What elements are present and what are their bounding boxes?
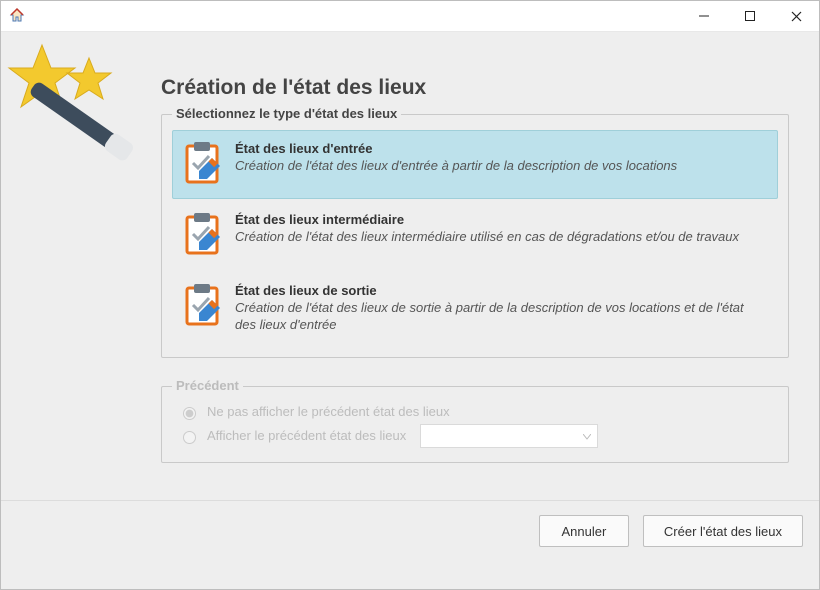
radio-show-previous-label: Afficher le précédent état des lieux xyxy=(207,428,406,443)
option-desc: Création de l'état des lieux de sortie à… xyxy=(235,300,767,334)
option-title: État des lieux de sortie xyxy=(235,283,767,298)
radio-show-previous: Afficher le précédent état des lieux xyxy=(172,422,778,450)
previous-fieldset: Précédent Ne pas afficher le précédent é… xyxy=(161,386,789,463)
content-area: Création de l'état des lieux Sélectionne… xyxy=(1,32,819,500)
option-desc: Création de l'état des lieux d'entrée à … xyxy=(235,158,767,175)
radio-hide-previous: Ne pas afficher le précédent état des li… xyxy=(172,402,778,422)
window-controls xyxy=(681,1,819,31)
type-legend: Sélectionnez le type d'état des lieux xyxy=(172,106,401,121)
wizard-icon xyxy=(7,40,157,193)
button-row: Annuler Créer l'état des lieux xyxy=(1,500,819,589)
previous-legend: Précédent xyxy=(172,378,243,393)
option-title: État des lieux d'entrée xyxy=(235,141,767,156)
radio-hide-previous-input xyxy=(183,407,196,420)
chevron-down-icon xyxy=(583,428,591,443)
option-exit[interactable]: État des lieux de sortie Création de l'ét… xyxy=(172,272,778,345)
option-desc: Création de l'état des lieux intermédiai… xyxy=(235,229,767,246)
house-icon xyxy=(9,7,25,26)
page-title: Création de l'état des lieux xyxy=(161,76,789,100)
option-title: État des lieux intermédiaire xyxy=(235,212,767,227)
minimize-button[interactable] xyxy=(681,1,727,31)
radio-hide-previous-label: Ne pas afficher le précédent état des li… xyxy=(207,404,450,419)
clipboard-edit-icon xyxy=(183,141,223,188)
close-button[interactable] xyxy=(773,1,819,31)
type-fieldset: Sélectionnez le type d'état des lieux Ét… xyxy=(161,114,789,358)
create-button[interactable]: Créer l'état des lieux xyxy=(643,515,803,547)
option-intermediate[interactable]: État des lieux intermédiaire Création de … xyxy=(172,201,778,270)
titlebar xyxy=(1,1,819,32)
wizard-sidebar xyxy=(1,32,151,500)
previous-state-combo xyxy=(420,424,598,448)
option-entry[interactable]: État des lieux d'entrée Création de l'éta… xyxy=(172,130,778,199)
wizard-window: Création de l'état des lieux Sélectionne… xyxy=(0,0,820,590)
cancel-button[interactable]: Annuler xyxy=(539,515,629,547)
main-pane: Création de l'état des lieux Sélectionne… xyxy=(151,32,819,500)
radio-show-previous-input xyxy=(183,431,196,444)
clipboard-edit-icon xyxy=(183,212,223,259)
clipboard-edit-icon xyxy=(183,283,223,330)
maximize-button[interactable] xyxy=(727,1,773,31)
